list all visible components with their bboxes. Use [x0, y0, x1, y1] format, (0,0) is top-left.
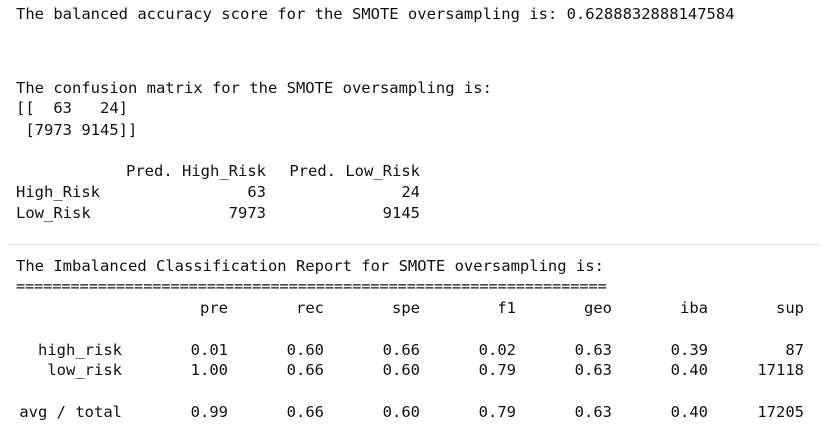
- report-row-label: high_risk: [38, 341, 122, 359]
- dataframe-cell: 9145: [382, 203, 420, 222]
- output-divider: [8, 244, 820, 245]
- report-cell: 0.63: [574, 341, 612, 359]
- dataframe-row: Low_Risk 7973 9145: [16, 202, 420, 223]
- report-cell: 0.66: [382, 341, 420, 359]
- report-cell: 0.60: [382, 403, 420, 421]
- report-cell: 0.79: [478, 403, 516, 421]
- dataframe-column-header: Pred. High_Risk: [126, 161, 266, 180]
- report-separator: ========================================…: [16, 277, 607, 295]
- report-cell: 0.63: [574, 403, 612, 421]
- report-cell: 0.99: [190, 403, 228, 421]
- confusion-matrix-title: The confusion matrix for the SMOTE overs…: [16, 79, 492, 97]
- report-cell: 0.63: [574, 361, 612, 379]
- report-cell: 0.66: [286, 403, 324, 421]
- report-cell: 0.79: [478, 361, 516, 379]
- report-cell: 0.60: [286, 341, 324, 359]
- confusion-matrix-row-1: [[ 63 24]: [16, 99, 128, 117]
- report-total-row: avg / total 0.99 0.66 0.60 0.79 0.63 0.4…: [0, 402, 822, 422]
- report-header: geo: [584, 299, 612, 317]
- report-cell: 0.02: [478, 341, 516, 359]
- dataframe-cell: 7973: [228, 203, 266, 222]
- dataframe-index-header: [16, 160, 120, 181]
- report-cell: 0.60: [382, 361, 420, 379]
- report-header: spe: [392, 299, 420, 317]
- report-header: iba: [680, 299, 708, 317]
- report-row-label: low_risk: [47, 361, 122, 379]
- report-header-row: pre rec spe f1 geo iba sup: [0, 298, 822, 318]
- report-cell: 17118: [757, 361, 804, 379]
- report-cell: 87: [785, 341, 804, 359]
- dataframe-cell: 24: [401, 182, 420, 201]
- dataframe-header-row: Pred. High_Risk Pred. Low_Risk: [16, 160, 420, 181]
- report-cell: 0.39: [670, 341, 708, 359]
- dataframe-column-header: Pred. Low_Risk: [289, 161, 420, 180]
- report-row-label: avg / total: [19, 403, 122, 421]
- report-header: pre: [200, 299, 228, 317]
- report-cell: 0.40: [670, 403, 708, 421]
- report-header: rec: [296, 299, 324, 317]
- dataframe-row-index: Low_Risk: [16, 203, 91, 222]
- report-header: f1: [497, 299, 516, 317]
- report-title: The Imbalanced Classification Report for…: [16, 257, 604, 275]
- confusion-matrix-row-2: [7973 9145]]: [16, 121, 138, 139]
- dataframe-row-index: High_Risk: [16, 182, 100, 201]
- report-row: low_risk 1.00 0.66 0.60 0.79 0.63 0.40 1…: [0, 360, 822, 380]
- report-cell: 0.40: [670, 361, 708, 379]
- confusion-dataframe: Pred. High_Risk Pred. Low_Risk High_Risk…: [16, 160, 420, 223]
- report-cell: 17205: [757, 403, 804, 421]
- report-header: sup: [776, 299, 804, 317]
- report-cell: 0.66: [286, 361, 324, 379]
- report-row: high_risk 0.01 0.60 0.66 0.02 0.63 0.39 …: [0, 340, 822, 360]
- balanced-accuracy-text: The balanced accuracy score for the SMOT…: [16, 5, 735, 23]
- dataframe-row: High_Risk 63 24: [16, 181, 420, 202]
- dataframe-cell: 63: [247, 182, 266, 201]
- report-cell: 1.00: [190, 361, 228, 379]
- report-cell: 0.01: [190, 341, 228, 359]
